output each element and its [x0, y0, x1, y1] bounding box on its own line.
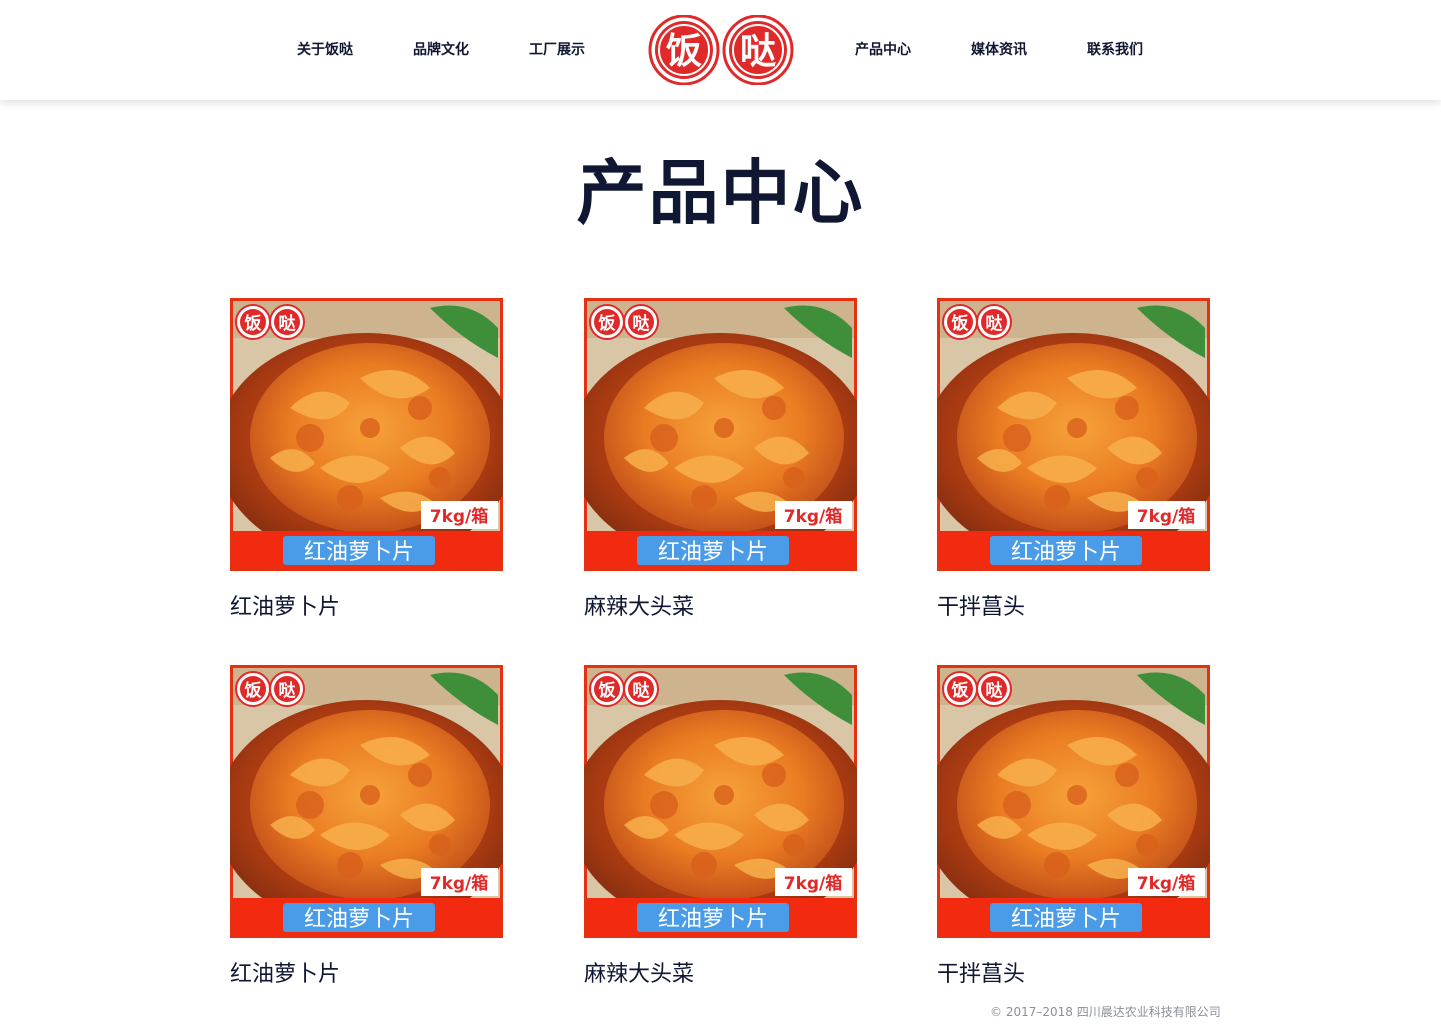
svg-text:饭: 饭	[244, 680, 262, 701]
product-name[interactable]: 麻辣大头菜	[584, 593, 857, 623]
svg-text:哒: 哒	[279, 680, 297, 701]
product-card[interactable]: 饭 哒 7kg/箱 红油萝卜片 红油萝卜片	[230, 665, 503, 990]
svg-text:饭: 饭	[598, 680, 616, 701]
product-card[interactable]: 饭 哒 7kg/箱 红油萝卜片 干拌菖头	[937, 298, 1210, 623]
nav-factory[interactable]: 工厂展示	[529, 40, 585, 60]
logo-char-2: 哒	[740, 31, 776, 72]
product-weight-badge: 7kg/箱	[430, 873, 489, 894]
product-banner-text: 红油萝卜片	[658, 907, 768, 932]
svg-text:哒: 哒	[279, 313, 297, 334]
nav-media[interactable]: 媒体资讯	[971, 40, 1027, 60]
product-card[interactable]: 饭 哒 7kg/箱 红油萝卜片 麻辣大头菜	[584, 298, 857, 623]
site-header: 关于饭哒 品牌文化 工厂展示 饭 哒 产品中心 媒体资讯 联系我们	[0, 0, 1441, 100]
nav-about[interactable]: 关于饭哒	[297, 40, 353, 60]
product-name[interactable]: 麻辣大头菜	[584, 960, 857, 990]
svg-text:饭: 饭	[951, 313, 969, 334]
product-name[interactable]: 干拌菖头	[937, 960, 1210, 990]
svg-text:饭: 饭	[598, 313, 616, 334]
svg-text:哒: 哒	[986, 313, 1004, 334]
product-name[interactable]: 红油萝卜片	[230, 960, 503, 990]
product-image[interactable]: 饭 哒 7kg/箱 红油萝卜片	[937, 298, 1210, 571]
product-weight-badge: 7kg/箱	[430, 506, 489, 527]
logo-char-1: 饭	[666, 31, 702, 72]
product-banner-text: 红油萝卜片	[304, 907, 414, 932]
nav-brand-culture[interactable]: 品牌文化	[413, 40, 469, 60]
product-card[interactable]: 饭 哒 7kg/箱 红油萝卜片 干拌菖头	[937, 665, 1210, 990]
product-image[interactable]: 饭 哒 7kg/箱 红油萝卜片	[584, 298, 857, 571]
brand-logo[interactable]: 饭 哒	[646, 15, 796, 85]
product-image[interactable]: 饭 哒 7kg/箱 红油萝卜片	[584, 665, 857, 938]
product-weight-badge: 7kg/箱	[784, 873, 843, 894]
product-banner-text: 红油萝卜片	[304, 540, 414, 565]
product-weight-badge: 7kg/箱	[1137, 506, 1196, 527]
svg-text:哒: 哒	[633, 680, 651, 701]
svg-text:饭: 饭	[951, 680, 969, 701]
nav-products[interactable]: 产品中心	[855, 40, 911, 60]
product-image[interactable]: 饭 哒 7kg/箱 红油萝卜片	[937, 665, 1210, 938]
product-banner-text: 红油萝卜片	[1011, 907, 1121, 932]
product-image[interactable]: 饭 哒 7kg/箱 红油萝卜片	[230, 665, 503, 938]
svg-text:哒: 哒	[633, 313, 651, 334]
product-weight-badge: 7kg/箱	[784, 506, 843, 527]
copyright-text: © 2017–2018 四川晨达农业科技有限公司	[990, 1005, 1221, 1019]
product-banner-text: 红油萝卜片	[1011, 540, 1121, 565]
product-weight-badge: 7kg/箱	[1137, 873, 1196, 894]
product-name[interactable]: 红油萝卜片	[230, 593, 503, 623]
product-banner-text: 红油萝卜片	[658, 540, 768, 565]
page-title: 产品中心	[576, 152, 865, 234]
nav-contact[interactable]: 联系我们	[1087, 40, 1143, 60]
product-name[interactable]: 干拌菖头	[937, 593, 1210, 623]
svg-text:饭: 饭	[244, 313, 262, 334]
product-card[interactable]: 饭 哒 7kg/箱 红油萝卜片 红油萝卜片	[230, 298, 503, 623]
product-image[interactable]: 饭 哒 7kg/箱 红油萝卜片	[230, 298, 503, 571]
product-card[interactable]: 饭 哒 7kg/箱 红油萝卜片 麻辣大头菜	[584, 665, 857, 990]
svg-text:哒: 哒	[986, 680, 1004, 701]
